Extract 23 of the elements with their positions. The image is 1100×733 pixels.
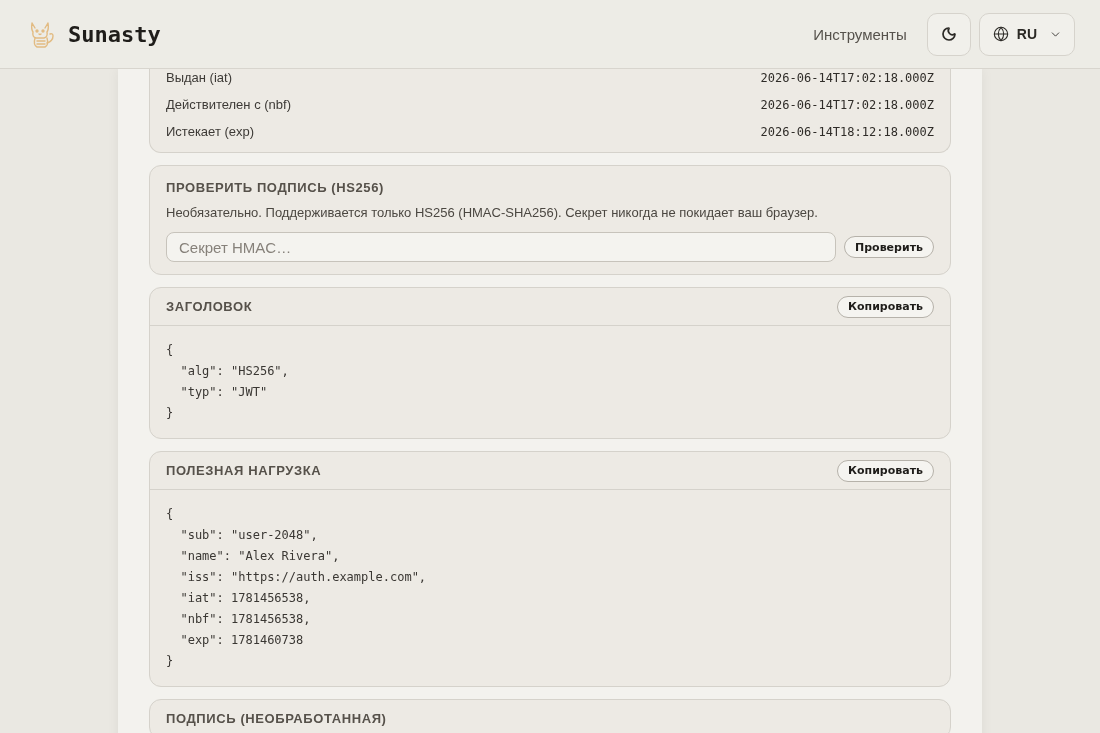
claim-value: 2026-06-14T17:02:18.000Z	[760, 70, 934, 85]
theme-toggle-button[interactable]	[926, 12, 971, 56]
moon-icon	[940, 26, 957, 42]
claim-value: 2026-06-14T17:02:18.000Z	[760, 97, 934, 112]
card-title: ЗАГОЛОВОК	[166, 298, 253, 315]
globe-icon	[992, 26, 1009, 42]
card-title: ПОЛЕЗНАЯ НАГРУЗКА	[166, 462, 322, 479]
site-logo-text[interactable]: Sunasty	[68, 21, 161, 47]
json-code: { "alg": "HS256", "typ": "JWT" }	[165, 342, 290, 422]
copy-button[interactable]: Копировать	[837, 295, 934, 318]
secret-input-field[interactable]: Секрет HMAC…	[166, 232, 836, 262]
json-code: { "sub": "user-2048", "name": "Alex Rivera", "iss": "https://auth.example.com", "iat": 1781456538, "nbf": 1781456538, "exp": 1781460738 }	[165, 506, 428, 670]
verify-description: Необязательно. Поддерживается только HS256 (HMAC-SHA256). Секрет никогда не покидает ваш браузер.	[166, 204, 819, 222]
claim-label: Истекает (exp)	[166, 124, 255, 139]
verify-button[interactable]: Проверить	[844, 236, 934, 258]
card-title: ПРОВЕРИТЬ ПОДПИСЬ (HS256)	[166, 179, 385, 196]
claim-label: Действителен с (nbf)	[166, 97, 291, 112]
copy-button[interactable]: Копировать	[837, 459, 934, 482]
card-title: ПОДПИСЬ (НЕОБРАБОТАННАЯ)	[166, 710, 387, 727]
tools-nav-link[interactable]: Инструменты	[813, 25, 907, 43]
language-select-button[interactable]: RU	[978, 12, 1075, 56]
claim-value: 2026-06-14T18:12:18.000Z	[760, 124, 934, 139]
claim-label: Выдан (iat)	[166, 70, 232, 85]
